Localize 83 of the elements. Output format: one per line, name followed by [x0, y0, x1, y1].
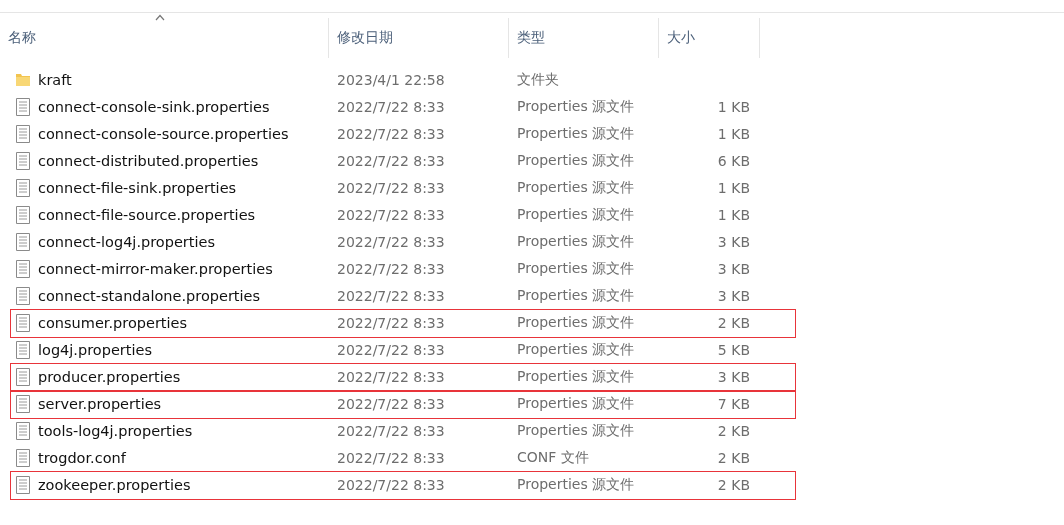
- date-cell-text: 2022/7/22 8:33: [336, 287, 446, 304]
- size-cell-text: 1 KB: [716, 206, 750, 223]
- date-cell-text: 2022/7/22 8:33: [336, 395, 446, 412]
- size-cell-text: 3 KB: [716, 287, 750, 304]
- document-icon: [15, 313, 31, 332]
- date-cell-text: 2022/7/22 8:33: [336, 260, 446, 277]
- file-name[interactable]: producer.properties: [38, 368, 181, 385]
- file-name[interactable]: zookeeper.properties: [38, 476, 191, 493]
- document-icon: [15, 232, 31, 251]
- type-cell-text: Properties 源文件: [516, 205, 636, 224]
- type-cell-text: Properties 源文件: [516, 340, 636, 359]
- document-icon: [15, 259, 31, 278]
- file-name[interactable]: connect-file-source.properties: [38, 206, 256, 223]
- date-cell-text: 2022/7/22 8:33: [336, 179, 446, 196]
- folder-icon: [15, 71, 31, 88]
- type-cell-text: Properties 源文件: [516, 232, 636, 251]
- type-cell-text: Properties 源文件: [516, 367, 636, 386]
- file-name[interactable]: trogdor.conf: [38, 449, 126, 466]
- size-cell-text: 3 KB: [716, 260, 750, 277]
- date-cell-text: 2022/7/22 8:33: [336, 152, 446, 169]
- date-cell-text: 2022/7/22 8:33: [336, 449, 446, 466]
- date-cell-text: 2022/7/22 8:33: [336, 206, 446, 223]
- type-cell-text: Properties 源文件: [516, 178, 636, 197]
- size-cell-text: 2 KB: [716, 422, 750, 439]
- document-icon: [15, 151, 31, 170]
- document-icon: [15, 394, 31, 413]
- type-cell-text: Properties 源文件: [516, 151, 636, 170]
- date-cell-text: 2022/7/22 8:33: [336, 98, 446, 115]
- file-name[interactable]: connect-mirror-maker.properties: [38, 260, 273, 277]
- document-icon: [15, 475, 31, 494]
- date-cell-text: 2022/7/22 8:33: [336, 233, 446, 250]
- date-cell-text: 2022/7/22 8:33: [336, 476, 446, 493]
- document-icon: [15, 448, 31, 467]
- document-icon: [15, 421, 31, 440]
- document-icon: [15, 205, 31, 224]
- type-cell-text: Properties 源文件: [516, 124, 636, 143]
- document-icon: [15, 97, 31, 116]
- date-cell-text: 2022/7/22 8:33: [336, 314, 446, 331]
- type-cell-text: Properties 源文件: [516, 394, 636, 413]
- size-cell-text: 5 KB: [716, 341, 750, 358]
- document-icon: [15, 367, 31, 386]
- date-cell-text: 2022/7/22 8:33: [336, 125, 446, 142]
- size-cell-text: 6 KB: [716, 152, 750, 169]
- size-cell-text: 1 KB: [716, 98, 750, 115]
- file-name[interactable]: server.properties: [38, 395, 162, 412]
- date-cell-text: 2023/4/1 22:58: [336, 71, 446, 88]
- type-cell-text: Properties 源文件: [516, 475, 636, 494]
- column-header[interactable]: 类型: [517, 29, 545, 47]
- size-cell-text: 7 KB: [716, 395, 750, 412]
- file-name[interactable]: connect-log4j.properties: [38, 233, 215, 250]
- file-name[interactable]: consumer.properties: [38, 314, 188, 331]
- column-header[interactable]: 修改日期: [337, 29, 393, 47]
- size-cell-text: 1 KB: [716, 125, 750, 142]
- column-header[interactable]: 大小: [667, 29, 695, 47]
- file-name[interactable]: connect-file-sink.properties: [38, 179, 237, 196]
- size-cell-text: 3 KB: [716, 233, 750, 250]
- type-cell-text: Properties 源文件: [516, 286, 636, 305]
- size-cell-text: 2 KB: [716, 476, 750, 493]
- type-cell-text: 文件夹: [516, 70, 560, 89]
- file-name[interactable]: connect-standalone.properties: [38, 287, 261, 304]
- size-cell-text: 2 KB: [716, 314, 750, 331]
- size-cell-text: 1 KB: [716, 179, 750, 196]
- file-name[interactable]: log4j.properties: [38, 341, 152, 358]
- file-name[interactable]: connect-console-sink.properties: [38, 98, 270, 115]
- column-header[interactable]: 名称: [8, 29, 36, 47]
- date-cell-text: 2022/7/22 8:33: [336, 422, 446, 439]
- file-name[interactable]: connect-distributed.properties: [38, 152, 259, 169]
- type-cell-text: Properties 源文件: [516, 421, 636, 440]
- type-cell-text: Properties 源文件: [516, 97, 636, 116]
- date-cell-text: 2022/7/22 8:33: [336, 368, 446, 385]
- document-icon: [15, 286, 31, 305]
- file-name[interactable]: connect-console-source.properties: [38, 125, 289, 142]
- size-cell-text: 2 KB: [716, 449, 750, 466]
- file-name[interactable]: tools-log4j.properties: [38, 422, 193, 439]
- date-cell-text: 2022/7/22 8:33: [336, 341, 446, 358]
- size-cell-text: 3 KB: [716, 368, 750, 385]
- file-name[interactable]: kraft: [38, 71, 72, 88]
- document-icon: [15, 340, 31, 359]
- type-cell-text: Properties 源文件: [516, 313, 636, 332]
- type-cell-text: Properties 源文件: [516, 259, 636, 278]
- document-icon: [15, 178, 31, 197]
- document-icon: [15, 124, 31, 143]
- type-cell-text: CONF 文件: [516, 448, 590, 467]
